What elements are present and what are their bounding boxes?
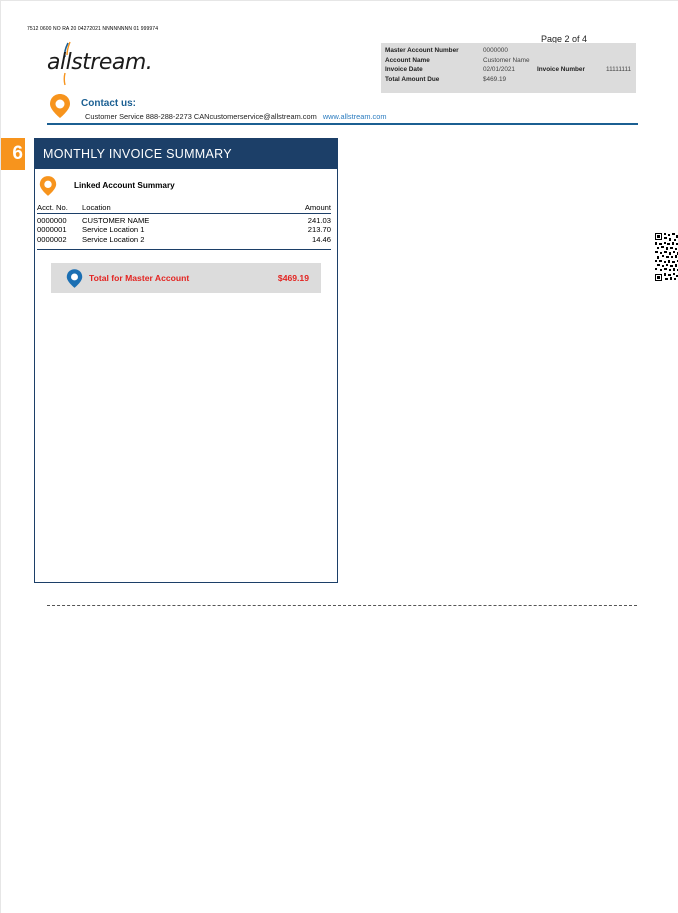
column-location: Location [82,203,111,212]
invoice-page: 7512 0600 NO RA 20 04272021 NNNNNNNN 01 … [0,0,678,913]
website-link[interactable]: www.allstream.com [323,112,387,121]
logo-wordmark: allstream. [47,50,153,75]
location-pin-icon [50,94,70,118]
amount: 241.03 [307,216,331,225]
invoice-number-label: Invoice Number [537,66,585,73]
location: Service Location 2 [82,234,145,244]
tear-off-line [47,605,637,606]
account-name-label: Account Name [385,56,430,64]
summary-heading: MONTHLY INVOICE SUMMARY [35,139,337,169]
account-info-box: Master Account Number 0000000 Account Na… [381,43,636,93]
master-account-number-label: Master Account Number [385,47,459,54]
header-divider [47,123,638,125]
monthly-invoice-summary-panel: MONTHLY INVOICE SUMMARY Linked Account S… [34,138,338,583]
total-amount-due-label: Total Amount Due [385,75,440,83]
allstream-logo: allstream. [47,41,177,86]
invoice-number: 11111111 [606,66,632,73]
total-amount: $469.19 [277,273,309,283]
table-row: 0000001 Service Location 1 213.70 [37,225,331,234]
table-row: 0000000 CUSTOMER NAME 241.03 [37,216,331,225]
table-header: Acct. No. Location Amount [37,203,331,214]
account-name: Customer Name [483,56,530,64]
contact-title: Contact us: [81,98,136,109]
linked-accounts-table: 0000000 CUSTOMER NAME 241.03 0000001 Ser… [37,216,331,244]
amount: 213.70 [307,225,331,235]
total-label: Total for Master Account [89,273,190,283]
contact-details: Customer Service 888-288-2273 CANcustome… [85,112,317,121]
acct-no: 0000000 [37,216,67,225]
master-total-box: Total for Master Account $469.19 [51,263,321,293]
acct-no: 0000001 [37,225,67,235]
qr-code [655,233,678,281]
amount: 14.46 [311,234,331,244]
column-amount: Amount [304,203,331,212]
invoice-date-label: Invoice Date [385,66,423,73]
linked-account-summary-title: Linked Account Summary [74,181,175,190]
acct-no: 0000002 [37,234,67,244]
location: CUSTOMER NAME [82,216,150,225]
mail-code-line: 7512 0600 NO RA 20 04272021 NNNNNNNN 01 … [27,26,159,32]
location-pin-icon [39,176,57,196]
section-number-badge: 6 [1,138,25,170]
table-bottom-rule [37,249,331,250]
invoice-date: 02/01/2021 [483,66,515,73]
total-amount-due: $469.19 [483,75,507,83]
location-pin-icon [66,269,83,288]
column-acct-no: Acct. No. [37,203,68,212]
table-row: 0000002 Service Location 2 14.46 [37,235,331,244]
master-account-number: 0000000 [483,47,508,54]
location: Service Location 1 [82,225,145,235]
contact-line: Customer Service 888-288-2273 CANcustome… [85,112,387,121]
